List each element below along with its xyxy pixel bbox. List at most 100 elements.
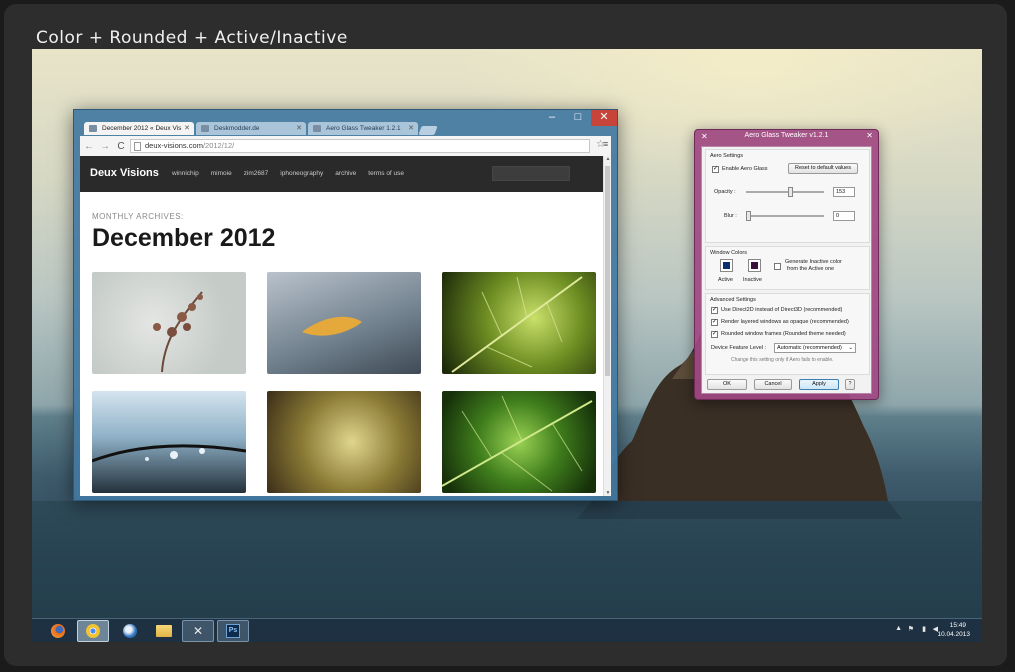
- reload-icon[interactable]: C: [114, 141, 128, 152]
- favicon-icon: [313, 125, 321, 132]
- layered-opaque-checkbox[interactable]: ✓: [711, 319, 718, 326]
- network-icon[interactable]: ▮: [922, 625, 926, 633]
- tab-close-icon[interactable]: ✕: [184, 122, 190, 135]
- device-feature-select[interactable]: Automatic (recommended) ⌄: [774, 343, 856, 353]
- clock-time[interactable]: 15:49: [950, 622, 966, 629]
- opacity-slider-thumb[interactable]: [788, 187, 793, 197]
- green-leaf-closeup-image: [442, 395, 593, 492]
- back-arrow-icon[interactable]: ←: [82, 141, 96, 152]
- photo-thumbnail[interactable]: [442, 391, 596, 493]
- scroll-thumb[interactable]: [605, 166, 610, 376]
- favicon-icon: [89, 125, 97, 132]
- tab-aero-glass-tweaker[interactable]: Aero Glass Tweaker 1.2.1 ✕: [308, 122, 418, 135]
- cancel-button[interactable]: Cancel: [754, 379, 792, 390]
- opacity-label: Opacity :: [714, 189, 736, 195]
- browser-window[interactable]: – □ ✕ December 2012 « Deux Vis ✕ Deskmod…: [73, 109, 618, 501]
- advanced-settings-heading: Advanced Settings: [710, 297, 756, 303]
- help-button[interactable]: ?: [845, 379, 855, 390]
- site-brand[interactable]: Deux Visions: [90, 167, 159, 179]
- water-droplets-image: [92, 444, 246, 463]
- tab-deskmodder[interactable]: Deskmodder.de ✕: [196, 122, 306, 135]
- photo-thumbnail[interactable]: [92, 272, 246, 374]
- reset-defaults-button[interactable]: Reset to default values: [788, 163, 858, 174]
- address-bar[interactable]: deux-visions.com/2012/12/: [130, 139, 590, 153]
- taskbar-tweaker[interactable]: ✕: [182, 620, 214, 642]
- photo-thumbnail[interactable]: [267, 272, 421, 374]
- active-label: Active: [718, 277, 733, 283]
- tab-close-icon[interactable]: ✕: [296, 122, 302, 135]
- taskbar-firefox[interactable]: [42, 620, 74, 642]
- enable-aero-glass-label: Enable Aero Glass: [722, 166, 768, 172]
- taskbar-thunderbird[interactable]: [114, 620, 146, 642]
- tab-label: Deskmodder.de: [214, 125, 260, 132]
- firefox-icon: [51, 624, 65, 638]
- photoshop-icon: Ps: [226, 624, 240, 638]
- maximize-button[interactable]: □: [565, 110, 591, 126]
- url-path: /2012/12/: [202, 141, 235, 150]
- apply-button[interactable]: Apply: [799, 379, 839, 390]
- active-color-swatch[interactable]: [720, 259, 733, 272]
- window-colors-group: Window Colors Active Inactive Generate I…: [705, 246, 870, 290]
- rounded-frames-label: Rounded window frames (Rounded theme nee…: [721, 331, 846, 337]
- tab-close-icon[interactable]: ✕: [408, 122, 414, 135]
- inactive-color-swatch[interactable]: [748, 259, 761, 272]
- photo-thumbnail[interactable]: [92, 391, 246, 493]
- blur-input[interactable]: 0: [833, 211, 855, 221]
- generate-inactive-label-line2: from the Active one: [787, 266, 835, 272]
- taskbar-photoshop[interactable]: Ps: [217, 620, 249, 642]
- tools-icon: ✕: [192, 624, 204, 638]
- nav-link-archive[interactable]: archive: [335, 170, 356, 177]
- opacity-slider-track[interactable]: [746, 191, 824, 193]
- blur-label: Blur :: [724, 213, 737, 219]
- archive-title: December 2012: [92, 224, 276, 252]
- menu-icon[interactable]: ≡: [603, 139, 608, 149]
- nav-link-terms[interactable]: terms of use: [368, 170, 404, 177]
- rounded-frames-checkbox[interactable]: ✓: [711, 331, 718, 338]
- aero-glass-tweaker-window[interactable]: ✕ Aero Glass Tweaker v1.2.1 ✕ Aero Setti…: [694, 129, 879, 400]
- page-scrollbar[interactable]: ▲ ▼: [603, 156, 611, 496]
- direct2d-checkbox[interactable]: ✓: [711, 307, 718, 314]
- green-leaf-image: [451, 276, 583, 373]
- scroll-up-arrow-icon[interactable]: ▲: [604, 156, 611, 162]
- device-feature-hint: Change this setting only if Aero fails t…: [731, 357, 834, 363]
- opacity-input[interactable]: 153: [833, 187, 855, 197]
- generate-inactive-checkbox[interactable]: [774, 263, 781, 270]
- show-hidden-icons-icon[interactable]: ▲: [895, 625, 902, 632]
- forward-arrow-icon[interactable]: →: [98, 141, 112, 152]
- favicon-icon: [201, 125, 209, 132]
- blur-slider-thumb[interactable]: [746, 211, 751, 221]
- photo-thumbnail[interactable]: [267, 391, 421, 493]
- browser-toolbar: ← → C deux-visions.com/2012/12/ ☆ ≡: [80, 136, 611, 156]
- aero-settings-group: Aero Settings ✓ Enable Aero Glass Reset …: [705, 149, 870, 243]
- folder-icon: [156, 625, 172, 637]
- taskbar-explorer[interactable]: [148, 620, 180, 642]
- blur-slider-track[interactable]: [746, 215, 824, 217]
- nav-link-winnichip[interactable]: winnichip: [172, 170, 199, 177]
- minimize-button[interactable]: –: [539, 110, 565, 126]
- active-color-fill: [723, 262, 730, 269]
- enable-aero-glass-checkbox[interactable]: ✓: [712, 166, 719, 173]
- site-nav-links: winnichip mimoie zim2687 iphoneography a…: [172, 170, 416, 177]
- site-search-input[interactable]: [492, 166, 570, 181]
- layered-opaque-label: Render layered windows as opaque (recomm…: [721, 319, 849, 325]
- taskbar-chrome[interactable]: [77, 620, 109, 642]
- taskbar: ✕ Ps ▲ ⚑ ▮ ◀ 15:49 10.04.2013: [32, 618, 982, 642]
- clock-date[interactable]: 10.04.2013: [937, 631, 970, 638]
- scroll-down-arrow-icon[interactable]: ▼: [604, 490, 611, 496]
- close-icon[interactable]: ✕: [866, 131, 873, 140]
- desktop: – □ ✕ December 2012 « Deux Vis ✕ Deskmod…: [32, 49, 982, 642]
- action-center-icon[interactable]: ⚑: [908, 625, 914, 633]
- window-colors-heading: Window Colors: [710, 250, 747, 256]
- nav-link-iphoneography[interactable]: iphoneography: [280, 170, 323, 177]
- nav-link-mimoie[interactable]: mimoie: [211, 170, 232, 177]
- photo-thumbnail[interactable]: [442, 272, 596, 374]
- close-button[interactable]: ✕: [591, 110, 617, 126]
- aero-settings-heading: Aero Settings: [710, 153, 744, 159]
- ok-button[interactable]: OK: [707, 379, 747, 390]
- device-feature-value: Automatic (recommended): [777, 345, 842, 351]
- page-viewport: Deux Visions winnichip mimoie zim2687 ip…: [80, 156, 611, 496]
- nav-link-zim2687[interactable]: zim2687: [244, 170, 269, 177]
- tab-label: Aero Glass Tweaker 1.2.1: [326, 125, 401, 132]
- new-tab-button[interactable]: [418, 126, 438, 135]
- tab-deux-visions[interactable]: December 2012 « Deux Vis ✕: [84, 122, 194, 135]
